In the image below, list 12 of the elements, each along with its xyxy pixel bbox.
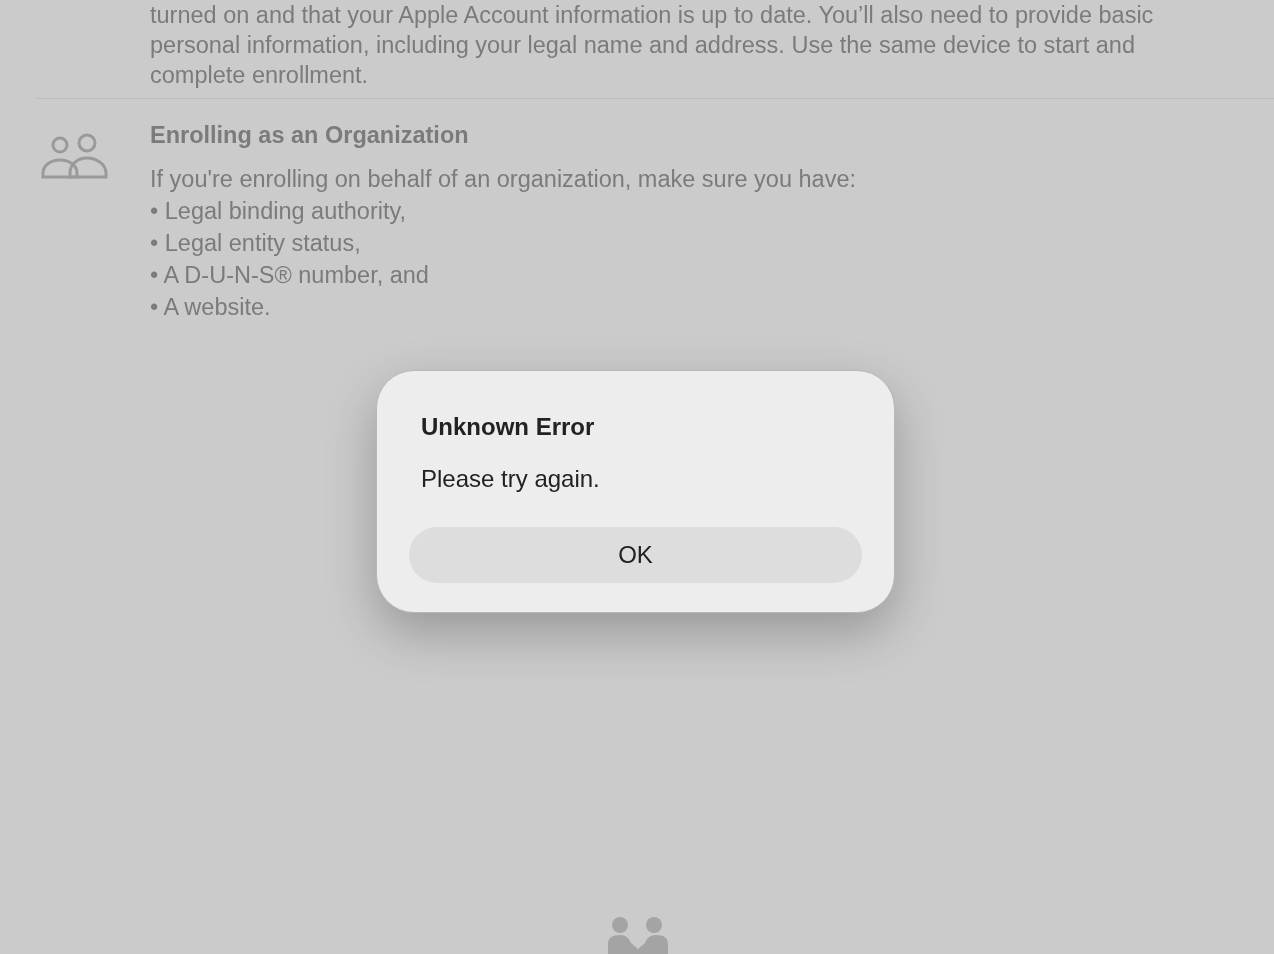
- section-title: Enrolling as an Organization: [150, 121, 470, 150]
- bullet-item: • A D-U-N-S® number, and: [150, 261, 430, 290]
- bullet-item: • A website.: [150, 293, 272, 322]
- dialog-message: Please try again.: [421, 464, 601, 494]
- ok-button[interactable]: OK: [409, 527, 862, 583]
- dialog-title: Unknown Error: [421, 412, 596, 442]
- people-icon: [606, 916, 670, 954]
- intro-text: If you're enrolling on behalf of an organization, make sure you have:: [150, 165, 856, 194]
- bullet-item: • Legal entity status,: [150, 229, 362, 258]
- people-icon: [40, 133, 110, 181]
- bullet-item: • Legal binding authority,: [150, 197, 408, 226]
- paragraph: turned on and that your Apple Account information is up to date. You’ll also need to provide basic personal information, including your legal name and address. Use the same device to start and complete enrollment.: [150, 1, 1155, 90]
